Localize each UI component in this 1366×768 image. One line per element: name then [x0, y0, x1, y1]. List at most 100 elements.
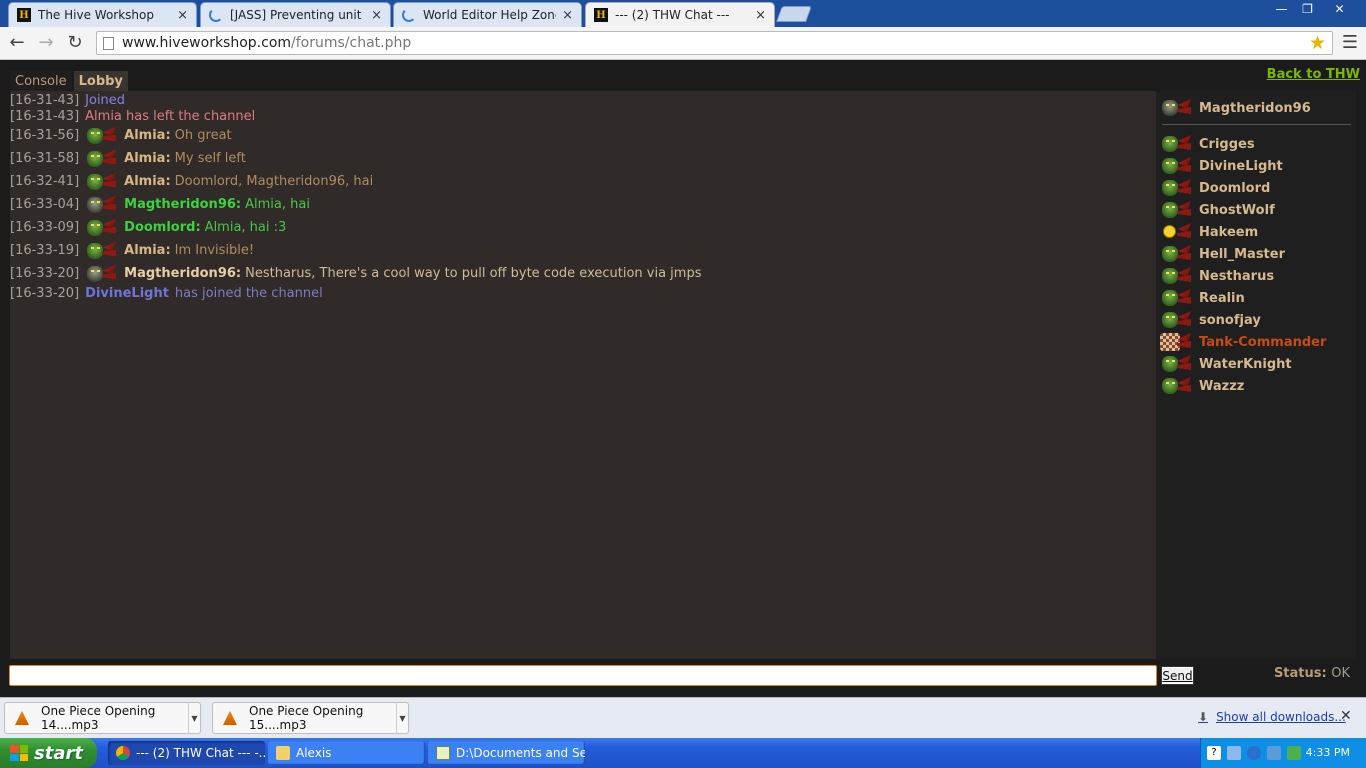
avatar — [1160, 134, 1192, 154]
user-list: Magtheridon96 Crigges DivineLight Doomlo… — [1156, 91, 1356, 659]
user-list-item[interactable]: sonofjay — [1160, 309, 1261, 331]
help-icon[interactable]: ? — [1207, 746, 1221, 760]
back-arrow-icon[interactable]: ← — [5, 32, 29, 54]
avatar — [85, 241, 117, 261]
loading-icon — [402, 8, 416, 22]
task-label: --- (2) THW Chat --- -... — [136, 746, 265, 760]
user-name: Tank-Commander — [1199, 334, 1327, 350]
hive-icon: H — [594, 8, 608, 22]
bookmark-star-icon[interactable]: ★ — [1309, 32, 1326, 54]
show-all-downloads-link[interactable]: ⬇ Show all downloads... — [1198, 710, 1346, 724]
tab-lobby[interactable]: Lobby — [73, 71, 128, 93]
user-list-item[interactable]: WaterKnight — [1160, 353, 1292, 375]
chat-message: [16-33-19] Almia: Im Invisible! — [10, 239, 1156, 262]
start-button[interactable]: start — [0, 738, 97, 768]
message-text: Almia has left the channel — [85, 108, 256, 124]
user-name: Nestharus — [1199, 268, 1275, 284]
user-list-item[interactable]: Tank-Commander — [1160, 331, 1326, 353]
taskbar: start --- (2) THW Chat --- -... Alexis D… — [0, 738, 1366, 768]
close-icon[interactable]: × — [371, 8, 382, 23]
message-author[interactable]: Magtheridon96: — [124, 197, 241, 212]
close-icon[interactable]: × — [177, 8, 188, 23]
user-list-item[interactable]: GhostWolf — [1160, 199, 1275, 221]
new-tab-button[interactable] — [776, 6, 812, 22]
user-list-item[interactable]: Hakeem — [1160, 221, 1258, 243]
message-author[interactable]: DivineLight — [85, 286, 169, 301]
avatar — [1160, 288, 1192, 308]
user-list-item[interactable]: Realin — [1160, 287, 1245, 309]
chat-input[interactable] — [9, 665, 1157, 686]
chat-message: [16-31-43] Almia has left the channel — [10, 108, 1156, 124]
url-path: /forums/chat.php — [291, 35, 412, 51]
timestamp: [16-33-19] — [10, 243, 80, 258]
message-author[interactable]: Almia: — [124, 243, 171, 258]
clock: 4:33 PM — [1305, 746, 1350, 759]
user-list-item[interactable]: Wazzz — [1160, 375, 1244, 397]
forward-arrow-icon[interactable]: → — [34, 32, 58, 54]
download-filename: One Piece Opening 14....mp3 — [41, 704, 156, 732]
user-name: Hakeem — [1199, 224, 1259, 240]
browser-tab[interactable]: [JASS] Preventing unit crash × — [200, 2, 391, 27]
reload-icon[interactable]: ↻ — [63, 32, 87, 54]
download-item[interactable]: One Piece Opening 15....mp3 ▼ — [212, 702, 409, 734]
user-list-item[interactable]: Nestharus — [1160, 265, 1274, 287]
status-label: Status: — [1273, 666, 1327, 681]
avatar — [1160, 310, 1192, 330]
browser-tab[interactable]: World Editor Help Zone - The × — [393, 2, 582, 27]
window-close-icon[interactable]: ✕ — [1326, 0, 1353, 18]
avatar — [1160, 156, 1192, 176]
avatar — [1160, 244, 1192, 264]
download-arrow-icon: ⬇ — [1198, 710, 1209, 724]
restore-icon[interactable]: ❐ — [1294, 0, 1321, 18]
timestamp: [16-31-58] — [10, 151, 80, 166]
avatar — [85, 264, 117, 284]
back-to-thw-link[interactable]: Back to THW — [1267, 67, 1360, 82]
message-author[interactable]: Almia: — [124, 151, 171, 166]
chat-message: [16-33-04] Magtheridon96: Almia, hai — [10, 193, 1156, 216]
tab-console[interactable]: Console — [10, 71, 72, 93]
user-list-item[interactable]: Hell_Master — [1160, 243, 1285, 265]
message-text: Nestharus, There's a cool way to pull of… — [245, 266, 702, 281]
menu-icon[interactable]: ☰ — [1340, 33, 1360, 53]
address-bar[interactable]: www.hiveworkshop.com /forums/chat.php ★ — [96, 31, 1333, 55]
browser-tab[interactable]: H The Hive Workshop × — [8, 2, 197, 27]
message-author[interactable]: Doomlord: — [124, 220, 201, 235]
user-list-item-self[interactable]: Magtheridon96 — [1160, 97, 1311, 119]
browser-tab-active[interactable]: H --- (2) THW Chat --- × — [585, 2, 775, 27]
task-label: Alexis — [296, 746, 332, 760]
message-author[interactable]: Almia: — [124, 174, 171, 189]
chat-message: [16-31-56] Almia: Oh great — [10, 124, 1156, 147]
download-filename: One Piece Opening 15....mp3 — [249, 704, 364, 732]
user-list-item[interactable]: Crigges — [1160, 133, 1255, 155]
close-icon[interactable]: × — [562, 8, 573, 23]
chat-message: [16-33-20] Magtheridon96: Nestharus, The… — [10, 262, 1156, 285]
chevron-down-icon[interactable]: ▼ — [188, 702, 200, 734]
avatar — [85, 218, 117, 238]
user-name: Realin — [1199, 290, 1245, 306]
avatar — [1160, 376, 1192, 396]
user-list-item[interactable]: Doomlord — [1160, 177, 1270, 199]
download-item[interactable]: One Piece Opening 14....mp3 ▼ — [4, 702, 201, 734]
user-name: Doomlord — [1199, 180, 1271, 196]
user-list-item[interactable]: DivineLight — [1160, 155, 1283, 177]
minimize-icon[interactable]: — — [1268, 0, 1295, 18]
timestamp: [16-31-56] — [10, 128, 80, 143]
send-button[interactable]: Send — [1161, 666, 1194, 685]
taskbar-item-chrome[interactable]: --- (2) THW Chat --- -... — [108, 741, 265, 765]
message-author[interactable]: Almia: — [124, 128, 171, 143]
taskbar-item-folder[interactable]: Alexis — [268, 741, 425, 765]
avatar — [1160, 222, 1192, 242]
display-icon[interactable] — [1267, 746, 1281, 760]
close-icon[interactable]: × — [755, 8, 766, 23]
timestamp: [16-31-43] — [10, 108, 80, 124]
chevron-down-icon[interactable]: ▼ — [396, 702, 408, 734]
chrome-icon — [116, 746, 130, 760]
chevron-left-icon[interactable] — [1247, 746, 1261, 760]
avatar — [1160, 332, 1192, 352]
antivirus-icon[interactable] — [1287, 746, 1301, 760]
timestamp: [16-33-20] — [10, 285, 80, 301]
close-icon[interactable]: ✕ — [1340, 708, 1352, 724]
taskbar-item-notepad[interactable]: D:\Documents and Se... — [428, 741, 585, 765]
network-icon[interactable] — [1227, 746, 1241, 760]
message-author[interactable]: Magtheridon96: — [124, 266, 241, 281]
